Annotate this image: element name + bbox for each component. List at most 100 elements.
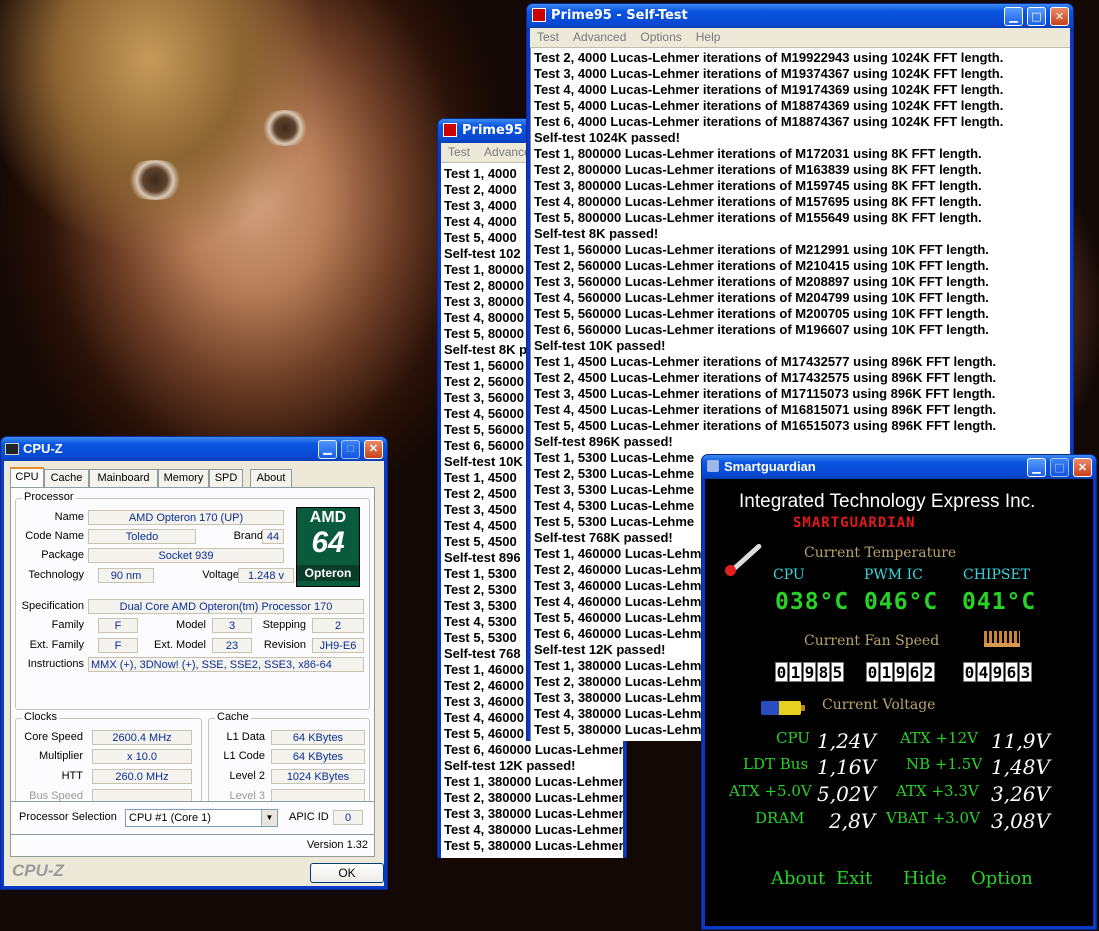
battery-icon bbox=[761, 701, 801, 715]
fan-speed-1: 01985 bbox=[775, 662, 844, 682]
fan-digit: 0 bbox=[866, 662, 879, 682]
menu-test[interactable]: Test bbox=[530, 28, 566, 46]
volt-value-atx33: 3,26V bbox=[991, 782, 1050, 806]
minimize-button[interactable]: ▁ bbox=[318, 440, 337, 459]
log-line: Self-test 8K passed! bbox=[534, 226, 659, 241]
prime95-front-titlebar[interactable]: Prime95 - Self-Test ▁ □ ✕ bbox=[527, 4, 1073, 28]
minimize-button[interactable]: ▁ bbox=[1027, 458, 1046, 477]
volt-value-atx5: 5,02V bbox=[817, 782, 876, 806]
maximize-button[interactable]: □ bbox=[1027, 7, 1046, 26]
log-line: Test 5, 800000 Lucas-Lehmer iterations o… bbox=[534, 210, 982, 225]
amd-opteron-logo: AMD 64 Opteron bbox=[296, 507, 360, 587]
volt-label-dram: DRAM bbox=[755, 809, 805, 827]
temp-value-pwmic: 046°C bbox=[864, 589, 939, 615]
close-button[interactable]: ✕ bbox=[364, 440, 383, 459]
package-value: Socket 939 bbox=[88, 548, 284, 563]
apic-label: APIC ID bbox=[289, 811, 329, 823]
maximize-button[interactable]: □ bbox=[341, 440, 360, 459]
log-line: Test 2, 4500 Lucas-Lehmer iterations of … bbox=[534, 370, 997, 385]
close-button[interactable]: ✕ bbox=[1050, 7, 1069, 26]
tab-spd[interactable]: SPD bbox=[209, 469, 243, 487]
model-value: 3 bbox=[212, 618, 252, 633]
log-line: Test 5, 4000 Lucas-Lehmer iterations of … bbox=[534, 98, 1004, 113]
name-value: AMD Opteron 170 (UP) bbox=[88, 510, 284, 525]
cpuz-brand: CPU-Z bbox=[12, 861, 64, 880]
volt-label-nb15: NB +1.5V bbox=[906, 755, 983, 773]
smartguardian-title: Smartguardian bbox=[724, 459, 816, 474]
chevron-down-icon[interactable]: ▼ bbox=[261, 810, 277, 826]
extmodel-value: 23 bbox=[212, 638, 252, 653]
voltage-heading: Current Voltage bbox=[822, 697, 936, 713]
minimize-button[interactable]: ▁ bbox=[1004, 7, 1023, 26]
chip-icon bbox=[984, 631, 1020, 647]
log-line: Test 6, 460000 Lucas-Lehmer iterations bbox=[444, 742, 623, 757]
about-button[interactable]: About bbox=[771, 868, 825, 889]
maximize-button[interactable]: □ bbox=[1050, 458, 1069, 477]
fan-heading: Current Fan Speed bbox=[804, 633, 940, 649]
smartguardian-titlebar[interactable]: Smartguardian ▁ □ ✕ bbox=[702, 455, 1096, 479]
volt-label-vbat: VBAT +3.0V bbox=[886, 809, 980, 827]
revision-value: JH9-E6 bbox=[312, 638, 364, 653]
option-button[interactable]: Option bbox=[971, 868, 1033, 889]
log-line: Test 3, 560000 Lucas-Lehmer iterations o… bbox=[534, 274, 989, 289]
tab-cache[interactable]: Cache bbox=[44, 469, 89, 487]
smartguardian-window[interactable]: Smartguardian ▁ □ ✕ Integrated Technolog… bbox=[701, 454, 1097, 930]
log-line: Test 6, 4000 Lucas-Lehmer iterations of … bbox=[534, 114, 1004, 129]
prime95-back-title: Prime95 - bbox=[462, 123, 533, 138]
wallpaper-eye-right bbox=[255, 110, 315, 146]
hide-button[interactable]: Hide bbox=[903, 868, 947, 889]
close-button[interactable]: ✕ bbox=[1073, 458, 1092, 477]
multiplier-value: x 10.0 bbox=[92, 749, 192, 764]
instructions-value: MMX (+), 3DNow! (+), SSE, SSE2, SSE3, x8… bbox=[88, 657, 364, 672]
temp-label-pwmic: PWM IC bbox=[864, 567, 923, 583]
menu-options[interactable]: Options bbox=[633, 28, 688, 46]
log-line: Test 2, 380000 Lucas-Lehmer iterations bbox=[444, 790, 623, 805]
log-line: Self-test 12K passed! bbox=[444, 758, 576, 773]
temp-label-chipset: CHIPSET bbox=[963, 567, 1031, 583]
log-line: Test 4, 4500 Lucas-Lehmer iterations of … bbox=[534, 402, 997, 417]
log-line: Test 5, 380000 Lucas-Lehmer iterations bbox=[444, 838, 623, 853]
fan-digit: 8 bbox=[817, 662, 830, 682]
log-line: Test 4, 380000 Lucas-Lehmer iterations bbox=[444, 822, 623, 837]
menu-test[interactable]: Test bbox=[441, 143, 477, 161]
log-line: Test 1, 4500 Lucas-Lehmer iterations of … bbox=[534, 354, 997, 369]
corespeed-value: 2600.4 MHz bbox=[92, 730, 192, 745]
processor-selection-dropdown[interactable]: CPU #1 (Core 1) ▼ bbox=[125, 809, 278, 827]
tab-cpu[interactable]: CPU bbox=[10, 467, 44, 488]
tab-memory[interactable]: Memory bbox=[158, 469, 209, 487]
cpuz-window[interactable]: CPU-Z ▁ □ ✕ CPU Cache Mainboard Memory S… bbox=[0, 436, 388, 890]
cpuz-titlebar[interactable]: CPU-Z ▁ □ ✕ bbox=[1, 437, 387, 461]
log-line: Test 3, 380000 Lucas-Lehmer iterations bbox=[444, 806, 623, 821]
log-line: Test 3, 4000 Lucas-Lehmer iterations of … bbox=[534, 66, 1004, 81]
volt-label-atx33: ATX +3.3V bbox=[896, 782, 979, 800]
cpuz-app-icon bbox=[5, 443, 19, 455]
log-line: Test 5, 4500 Lucas-Lehmer iterations of … bbox=[534, 418, 997, 433]
log-line: Self-test 896K passed! bbox=[534, 434, 673, 449]
tab-about[interactable]: About bbox=[250, 469, 292, 487]
exit-button[interactable]: Exit bbox=[836, 868, 872, 889]
log-line: Test 6, 560000 Lucas-Lehmer iterations o… bbox=[534, 322, 989, 337]
temp-value-cpu: 038°C bbox=[775, 589, 850, 615]
menu-advanced[interactable]: Advanced bbox=[566, 28, 633, 46]
log-line: Test 1, 380000 Lucas-Lehmer iterations bbox=[444, 774, 623, 789]
apic-value: 0 bbox=[333, 810, 363, 825]
temp-value-chipset: 041°C bbox=[962, 589, 1037, 615]
log-line: Test 5, 560000 Lucas-Lehmer iterations o… bbox=[534, 306, 989, 321]
fan-digit: 5 bbox=[831, 662, 844, 682]
battery-tip bbox=[801, 705, 805, 711]
family-value: F bbox=[98, 618, 138, 633]
fan-digit: 2 bbox=[922, 662, 935, 682]
log-line: Test 1, 560000 Lucas-Lehmer iterations o… bbox=[534, 242, 989, 257]
cpuz-client: CPU Cache Mainboard Memory SPD About Pro… bbox=[4, 461, 384, 886]
specification-value: Dual Core AMD Opteron(tm) Processor 170 bbox=[88, 599, 364, 614]
menu-help[interactable]: Help bbox=[689, 28, 728, 46]
processor-selection-label: Processor Selection bbox=[19, 811, 117, 823]
l1data-value: 64 KBytes bbox=[271, 730, 365, 745]
thermometer-bulb bbox=[725, 565, 736, 576]
technology-value: 90 nm bbox=[98, 568, 154, 583]
ok-button[interactable]: OK bbox=[310, 863, 384, 883]
fan-digit: 9 bbox=[803, 662, 816, 682]
tab-mainboard[interactable]: Mainboard bbox=[89, 469, 158, 487]
log-line: Test 3, 800000 Lucas-Lehmer iterations o… bbox=[534, 178, 982, 193]
volt-label-atx12: ATX +12V bbox=[900, 729, 978, 747]
